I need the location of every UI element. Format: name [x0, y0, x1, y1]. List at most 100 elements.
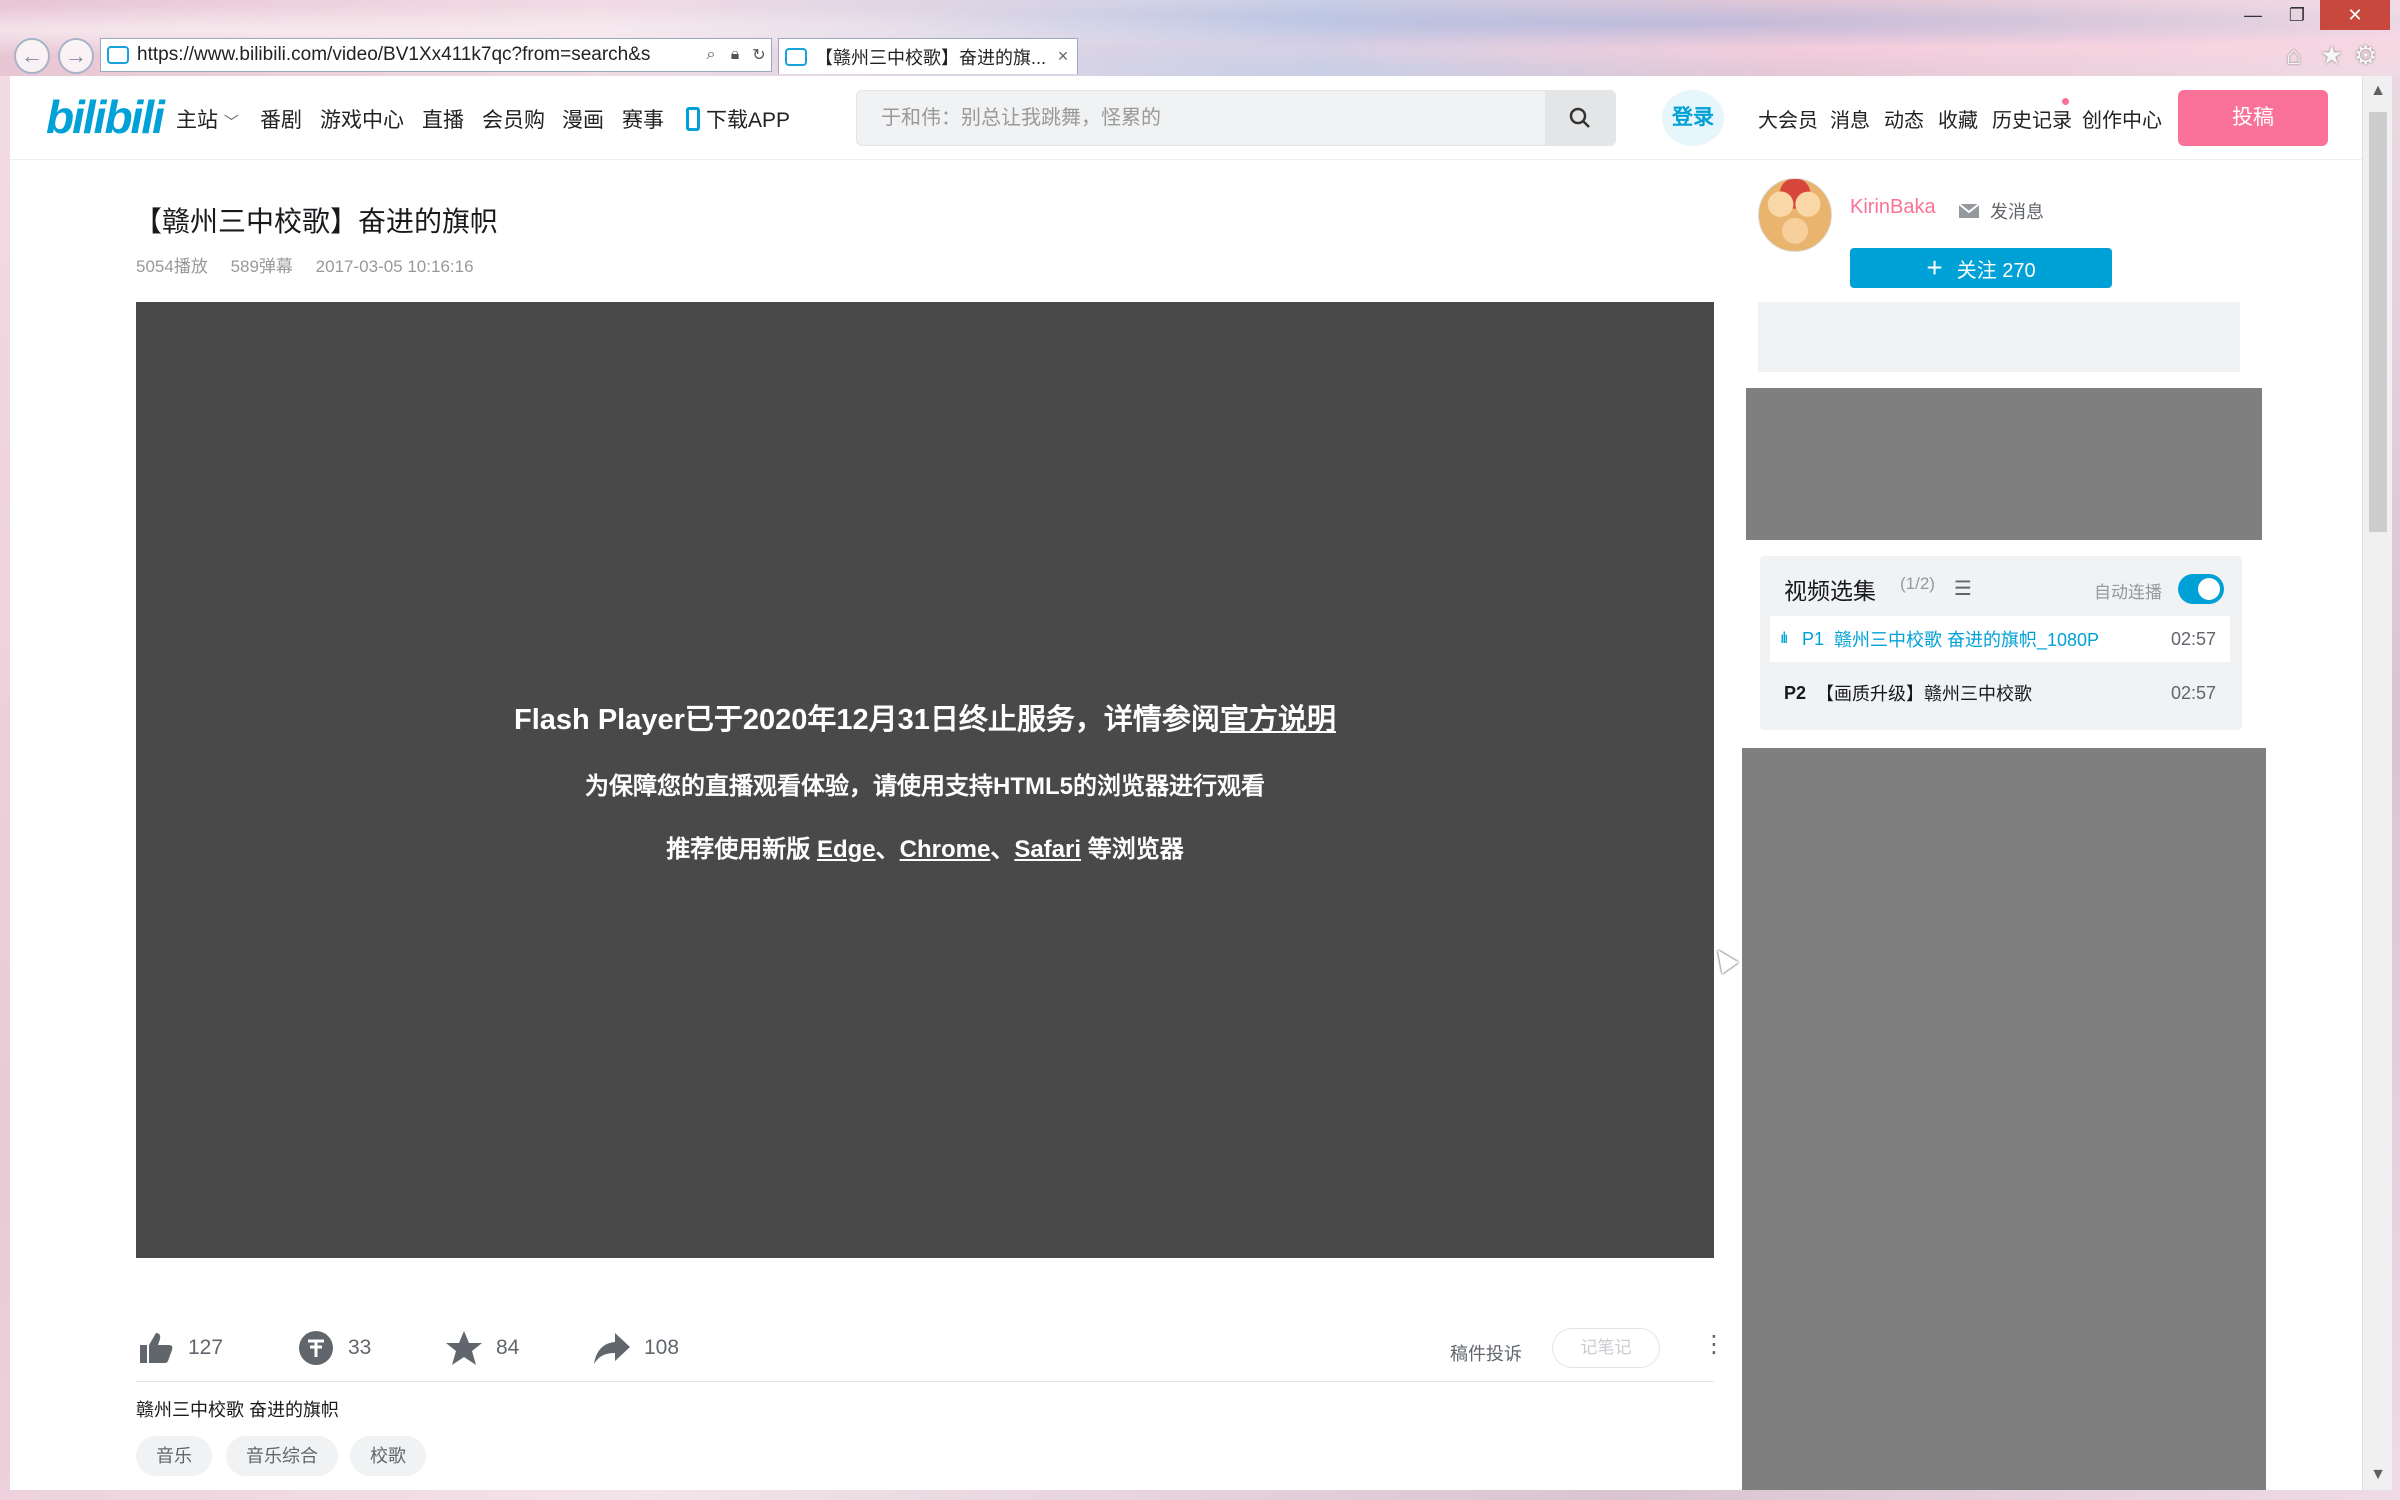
bilibili-logo[interactable]: bilibili	[46, 90, 165, 144]
back-button[interactable]: ←	[14, 38, 50, 74]
nav-download-app[interactable]: 下载APP	[686, 104, 790, 134]
favorite-button[interactable]: 84	[444, 1328, 519, 1368]
thumbs-up-icon	[136, 1328, 176, 1368]
search-input[interactable]	[857, 91, 1543, 145]
more-options-icon[interactable]: ⋮	[1702, 1330, 1726, 1359]
tag-school-song[interactable]: 校歌	[350, 1436, 426, 1476]
close-window-button[interactable]: ✕	[2320, 0, 2390, 30]
nav-messages[interactable]: 消息	[1830, 104, 1870, 133]
playlist-item-duration: 02:57	[2170, 628, 2216, 649]
plus-icon: +	[1926, 252, 1943, 283]
video-playlist: 视频选集 (1/2) ☰ 自动连播 ılı P1 赣州三中校歌 奋进的旗帜_10…	[1760, 556, 2242, 730]
browser-chrome: ← → https://www.bilibili.com/video/BV1Xx…	[0, 0, 2400, 76]
nav-history[interactable]: 历史记录	[1992, 104, 2072, 133]
ad-placeholder	[1742, 748, 2266, 1490]
nav-creator-center[interactable]: 创作中心	[2082, 104, 2162, 133]
share-count: 108	[644, 1336, 680, 1359]
star-icon[interactable]: ★	[2320, 40, 2343, 71]
uploader-name[interactable]: KirinBaka	[1850, 196, 1936, 219]
placeholder-strip	[1758, 302, 2240, 372]
follow-button[interactable]: + 关注 270	[1850, 248, 2112, 288]
safari-link[interactable]: Safari	[1014, 836, 1081, 863]
tag-music[interactable]: 音乐	[136, 1436, 212, 1476]
gear-icon[interactable]: ⚙	[2354, 40, 2377, 71]
video-description: 赣州三中校歌 奋进的旗帜	[136, 1400, 339, 1420]
uploader-avatar[interactable]	[1758, 178, 1832, 252]
nav-main-site[interactable]: 主站 ﹀	[176, 104, 239, 134]
refresh-icon[interactable]: ↻	[747, 45, 771, 65]
coin-button[interactable]: 33	[296, 1328, 371, 1368]
browser-tab[interactable]: 【赣州三中校歌】奋进的旗... ×	[778, 38, 1078, 74]
nav-mall[interactable]: 会员购	[482, 104, 545, 134]
bilibili-site-icon	[107, 46, 129, 64]
home-icon[interactable]: ⌂	[2286, 40, 2302, 71]
arrow-right-icon: →	[65, 43, 87, 68]
recommend-suffix: 等浏览器	[1081, 836, 1184, 863]
playlist-item-name: 赣州三中校歌 奋进的旗帜_1080P	[1834, 630, 2100, 650]
take-note-button[interactable]: 记笔记	[1552, 1328, 1660, 1368]
playlist-item-duration: 02:57	[2170, 682, 2216, 703]
notification-dot	[2062, 98, 2069, 105]
login-button[interactable]: 登录	[1662, 90, 1724, 146]
nav-events[interactable]: 赛事	[622, 104, 664, 134]
separator: 、	[990, 836, 1015, 863]
scrollbar-thumb[interactable]	[2369, 112, 2387, 532]
search-button[interactable]	[1545, 91, 1615, 145]
address-bar[interactable]: https://www.bilibili.com/video/BV1Xx411k…	[100, 38, 772, 72]
coin-count: 33	[348, 1336, 372, 1359]
chrome-link[interactable]: Chrome	[900, 836, 991, 863]
send-message-link[interactable]: 发消息	[1958, 198, 2044, 224]
scroll-down-icon[interactable]: ▼	[2363, 1460, 2393, 1490]
star-icon	[444, 1328, 484, 1368]
playlist-item-p2[interactable]: P2 【画质升级】赣州三中校歌 02:57	[1770, 670, 2230, 716]
playlist-title: 视频选集	[1784, 578, 1876, 604]
tab-title: 【赣州三中校歌】奋进的旗...	[815, 47, 1047, 68]
upload-button[interactable]: 投稿	[2178, 90, 2328, 146]
flash-notice-line3: 推荐使用新版 Edge、Chrome、Safari 等浏览器	[666, 829, 1183, 864]
edge-link[interactable]: Edge	[817, 836, 876, 863]
report-link[interactable]: 稿件投诉	[1450, 1340, 1522, 1366]
playlist-index: P1	[1802, 628, 1825, 649]
tab-close-button[interactable]: ×	[1049, 46, 1077, 67]
nav-live[interactable]: 直播	[422, 104, 464, 134]
minimize-button[interactable]: —	[2232, 0, 2274, 30]
autoplay-label: 自动连播	[2094, 583, 2162, 602]
autoplay-toggle[interactable]	[2178, 574, 2224, 604]
nav-dynamics[interactable]: 动态	[1884, 104, 1924, 133]
lock-icon[interactable]: 🔒︎	[723, 46, 747, 64]
scroll-up-icon[interactable]: ▲	[2363, 76, 2393, 106]
video-player[interactable]: Flash Player已于2020年12月31日终止服务，详情参阅官方说明 为…	[136, 302, 1714, 1258]
web-page: bilibili 主站 ﹀ 番剧 游戏中心 直播 会员购 漫画 赛事 下载APP…	[10, 76, 2382, 1490]
playlist-item-name: 【画质升级】赣州三中校歌	[1816, 684, 2032, 704]
playlist-item-p1[interactable]: ılı P1 赣州三中校歌 奋进的旗帜_1080P 02:57	[1770, 616, 2230, 662]
forward-button[interactable]: →	[58, 38, 94, 74]
nav-manga[interactable]: 漫画	[562, 104, 604, 134]
official-notice-link[interactable]: 官方说明	[1220, 704, 1336, 736]
flash-notice-line1: Flash Player已于2020年12月31日终止服务，详情参阅官方说明	[514, 696, 1336, 738]
favorite-count: 84	[496, 1336, 520, 1359]
nav-vip[interactable]: 大会员	[1758, 104, 1818, 133]
nav-game-center[interactable]: 游戏中心	[320, 104, 404, 134]
download-app-label: 下载APP	[706, 109, 791, 132]
phone-icon	[686, 107, 700, 131]
nav-bangumi[interactable]: 番剧	[260, 104, 302, 134]
like-count: 127	[188, 1336, 224, 1359]
search-dropdown-icon[interactable]: ⌕	[699, 46, 723, 64]
arrow-left-icon: ←	[21, 43, 43, 68]
video-toolbar: 127 33 84 108 稿件投诉 记笔记 ⋮	[136, 1328, 1726, 1382]
like-button[interactable]: 127	[136, 1328, 223, 1368]
flash-notice-text: Flash Player已于2020年12月31日终止服务，详情参阅	[514, 704, 1220, 736]
page-scrollbar[interactable]: ▲ ▼	[2362, 76, 2392, 1490]
list-view-icon[interactable]: ☰	[1954, 576, 1972, 601]
bilibili-tab-icon	[785, 47, 807, 66]
address-url[interactable]: https://www.bilibili.com/video/BV1Xx411k…	[137, 44, 699, 66]
separator: 、	[875, 836, 900, 863]
search-box	[856, 90, 1616, 146]
danmaku-count: 589弹幕	[230, 257, 293, 276]
share-button[interactable]: 108	[592, 1328, 679, 1368]
video-title: 【赣州三中校歌】奋进的旗帜	[134, 206, 499, 237]
nav-favorites[interactable]: 收藏	[1938, 104, 1978, 133]
flash-notice-line2: 为保障您的直播观看体验，请使用支持HTML5的浏览器进行观看	[585, 773, 1265, 800]
tag-music-general[interactable]: 音乐综合	[226, 1436, 338, 1476]
restore-button[interactable]: ❐	[2276, 0, 2318, 30]
